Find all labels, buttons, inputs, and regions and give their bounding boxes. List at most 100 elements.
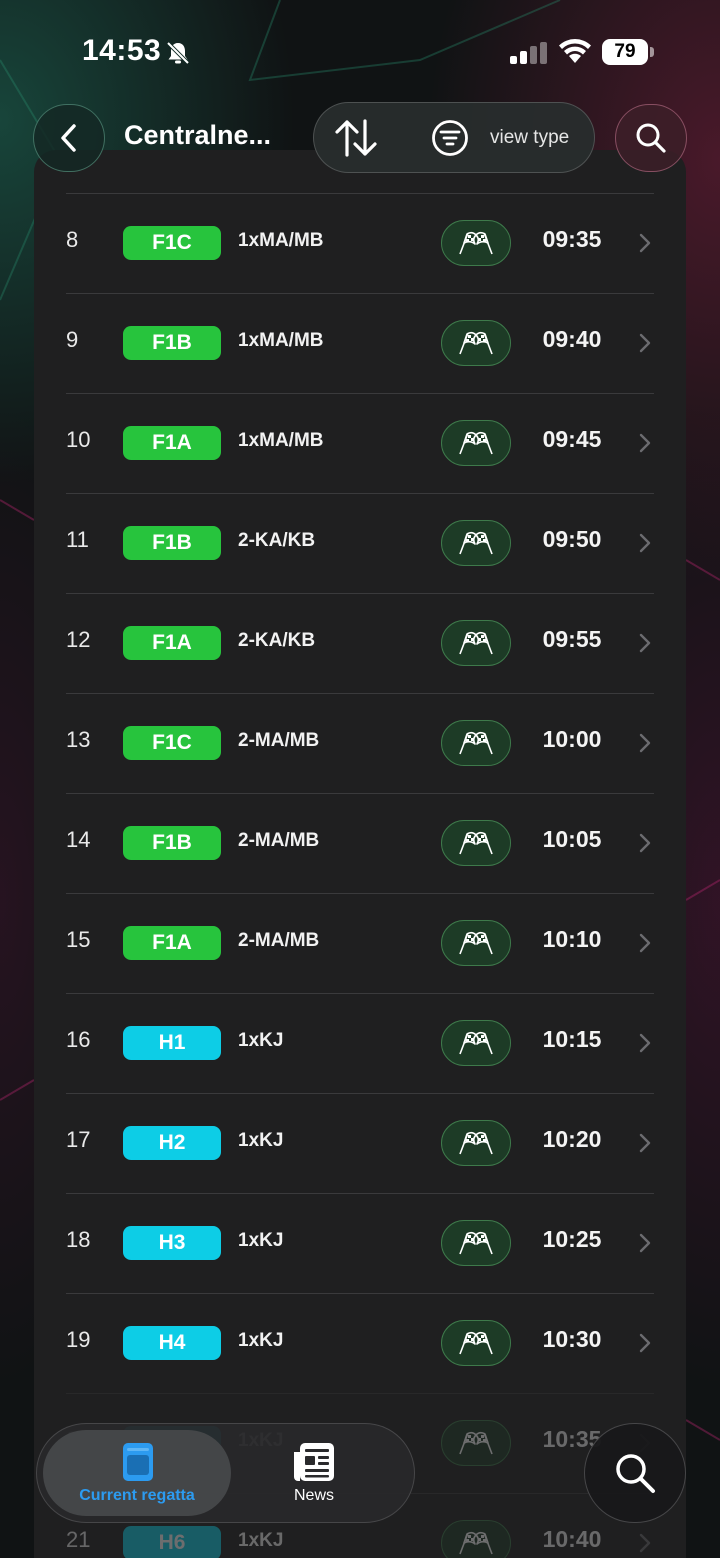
finish-flag-button[interactable] <box>441 1520 511 1558</box>
race-category-badge: H2 <box>123 1126 221 1160</box>
checkered-flags-icon <box>459 1031 493 1055</box>
race-number: 9 <box>66 327 79 352</box>
race-number: 19 <box>66 1327 91 1352</box>
chevron-right-icon <box>639 833 651 853</box>
chevron-right-icon <box>639 1333 651 1353</box>
view-type-label: view type <box>490 127 570 148</box>
boat-class: 2-KA/KB <box>238 630 316 651</box>
race-row[interactable]: 14 F1B 2-MA/MB 10:05 <box>34 793 686 893</box>
race-number: 10 <box>66 427 91 452</box>
tab-current-regatta[interactable]: Current regatta <box>43 1430 231 1516</box>
checkered-flags-icon <box>459 331 493 355</box>
page-title: Centralne... <box>124 120 272 150</box>
race-time: 09:35 <box>542 226 602 252</box>
checkered-flags-icon <box>459 731 493 755</box>
race-time: 09:50 <box>542 526 602 552</box>
race-row[interactable]: 8 F1C 1xMA/MB 09:35 <box>34 193 686 293</box>
boat-class: 2-KA/KB <box>238 530 316 551</box>
race-time: 10:00 <box>542 726 602 752</box>
checkered-flags-icon <box>459 431 493 455</box>
race-category-badge: F1B <box>123 826 221 860</box>
race-number: 11 <box>66 527 89 552</box>
race-row[interactable]: 15 F1A 2-MA/MB 10:10 <box>34 893 686 993</box>
sort-arrows-icon <box>335 119 377 157</box>
boat-class: 1xMA/MB <box>238 330 324 351</box>
race-row[interactable]: 18 H3 1xKJ 10:25 <box>34 1193 686 1293</box>
finish-flag-button[interactable] <box>441 320 511 366</box>
finish-flag-button[interactable] <box>441 1020 511 1066</box>
chevron-right-icon <box>639 633 651 653</box>
chevron-right-icon <box>639 433 651 453</box>
tab-news[interactable]: News <box>257 1430 377 1516</box>
race-number: 12 <box>66 627 91 652</box>
finish-flag-button[interactable] <box>441 820 511 866</box>
race-number: 21 <box>66 1527 91 1552</box>
boat-class: 2-MA/MB <box>238 930 320 951</box>
race-category-badge: F1B <box>123 526 221 560</box>
finish-flag-button[interactable] <box>441 720 511 766</box>
view-type-button[interactable]: view type <box>430 115 569 161</box>
boat-class: 1xMA/MB <box>238 230 324 251</box>
race-row[interactable]: 10 F1A 1xMA/MB 09:45 <box>34 393 686 493</box>
race-time: 10:15 <box>542 1026 602 1052</box>
checkered-flags-icon <box>459 1431 493 1455</box>
finish-flag-button[interactable] <box>441 1220 511 1266</box>
checkered-flags-icon <box>459 1131 493 1155</box>
race-number: 16 <box>66 1027 91 1052</box>
chevron-right-icon <box>639 1033 651 1053</box>
battery-cap <box>650 47 654 57</box>
checkered-flags-icon <box>459 831 493 855</box>
finish-flag-button[interactable] <box>441 520 511 566</box>
race-list: 8 F1C 1xMA/MB 09:35 9 F1B 1xMA/MB 09:40 … <box>34 193 686 1558</box>
chevron-right-icon <box>639 533 651 553</box>
race-row[interactable]: 12 F1A 2-KA/KB 09:55 <box>34 593 686 693</box>
race-category-badge: F1A <box>123 426 221 460</box>
header-search-button[interactable] <box>615 104 687 172</box>
chevron-right-icon <box>639 1533 651 1553</box>
finish-flag-button[interactable] <box>441 1420 511 1466</box>
race-row[interactable]: 16 H1 1xKJ 10:15 <box>34 993 686 1093</box>
race-number: 14 <box>66 827 91 852</box>
finish-flag-button[interactable] <box>441 920 511 966</box>
checkered-flags-icon <box>459 631 493 655</box>
boat-class: 2-MA/MB <box>238 730 320 751</box>
race-category-badge: H3 <box>123 1226 221 1260</box>
race-time: 10:20 <box>542 1126 602 1152</box>
floating-search-button[interactable] <box>584 1423 686 1523</box>
race-row[interactable]: 11 F1B 2-KA/KB 09:50 <box>34 493 686 593</box>
list-toolbar: view type <box>313 102 595 173</box>
boat-class: 2-MA/MB <box>238 830 320 851</box>
finish-flag-button[interactable] <box>441 620 511 666</box>
race-row[interactable]: 17 H2 1xKJ 10:20 <box>34 1093 686 1193</box>
search-icon <box>616 1454 655 1493</box>
cellular-signal-icon <box>510 42 547 64</box>
race-time: 09:55 <box>542 626 602 652</box>
race-row[interactable]: 9 F1B 1xMA/MB 09:40 <box>34 293 686 393</box>
silent-bell-icon <box>166 41 190 65</box>
back-button[interactable] <box>33 104 105 172</box>
chevron-right-icon <box>639 1133 651 1153</box>
checkered-flags-icon <box>459 1231 493 1255</box>
race-category-badge: F1C <box>123 226 221 260</box>
race-row[interactable]: 13 F1C 2-MA/MB 10:00 <box>34 693 686 793</box>
race-category-badge: F1B <box>123 326 221 360</box>
status-time: 14:53 <box>82 34 162 67</box>
race-number: 18 <box>66 1227 91 1252</box>
race-time: 10:25 <box>542 1226 602 1252</box>
checkered-flags-icon <box>459 1531 493 1555</box>
tab-news-label: News <box>293 1487 334 1504</box>
finish-flag-button[interactable] <box>441 220 511 266</box>
finish-flag-button[interactable] <box>441 1120 511 1166</box>
race-category-badge: H1 <box>123 1026 221 1060</box>
race-time: 10:30 <box>542 1326 602 1352</box>
filter-icon <box>432 120 468 156</box>
race-row[interactable]: 19 H4 1xKJ 10:30 <box>34 1293 686 1393</box>
finish-flag-button[interactable] <box>441 420 511 466</box>
checkered-flags-icon <box>459 531 493 555</box>
chevron-right-icon <box>639 233 651 253</box>
chevron-right-icon <box>639 333 651 353</box>
boat-class: 1xKJ <box>238 1330 284 1351</box>
boat-class: 1xKJ <box>238 1230 284 1251</box>
finish-flag-button[interactable] <box>441 1320 511 1366</box>
sort-button[interactable] <box>332 117 380 159</box>
